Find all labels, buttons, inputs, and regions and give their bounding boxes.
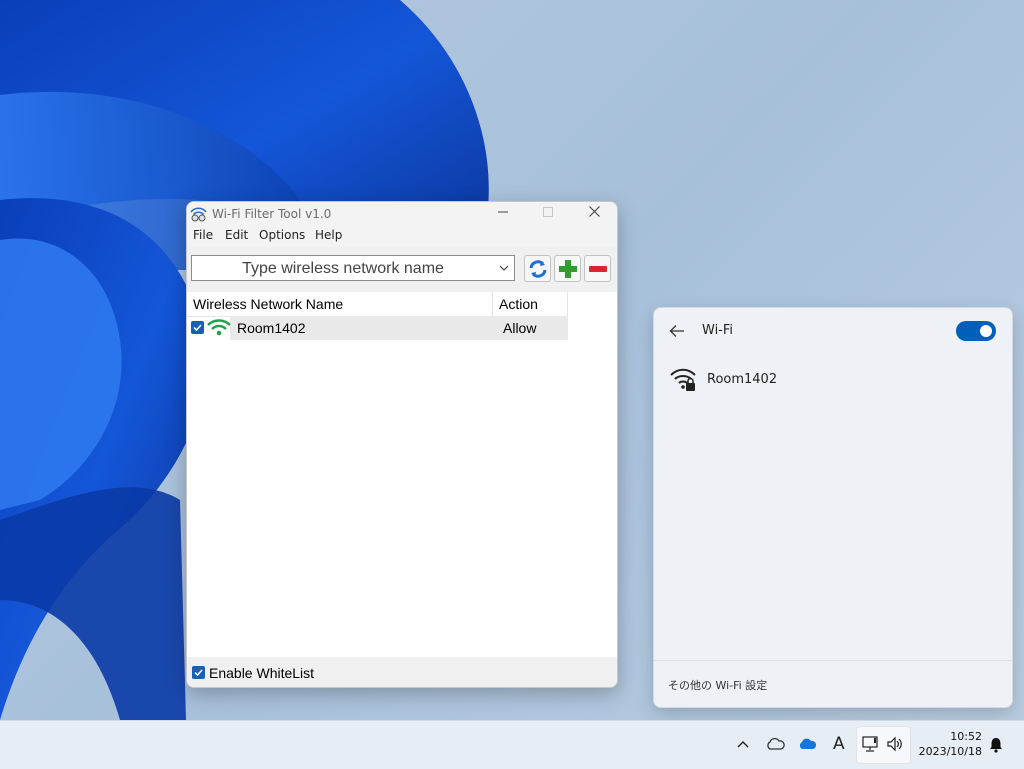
wifi-flyout: Wi-Fi Room1402 その他の Wi-Fi 設定 [653, 307, 1013, 708]
flyout-network-item[interactable]: Room1402 [669, 366, 999, 392]
refresh-icon [529, 260, 547, 278]
maximize-button[interactable] [525, 202, 571, 226]
clock-time: 10:52 [950, 730, 982, 743]
flyout-title: Wi-Fi [702, 323, 734, 338]
menu-options[interactable]: Options [259, 228, 305, 242]
maximize-icon [543, 207, 553, 217]
wifi-toggle[interactable] [956, 321, 996, 341]
wifi-secured-icon [670, 368, 696, 391]
row-network-name: Room1402 [237, 320, 306, 336]
volume-icon [887, 736, 902, 752]
minus-icon [589, 266, 607, 272]
close-icon [588, 206, 600, 217]
remove-network-button[interactable] [584, 255, 611, 282]
list-item[interactable]: Room1402 Allow [187, 316, 568, 340]
network-monitor-icon [862, 736, 878, 752]
toggle-knob [980, 325, 992, 337]
app-wifi-filter-icon [190, 207, 207, 222]
minimize-icon [498, 211, 508, 213]
chevron-down-icon [499, 265, 509, 271]
ime-indicator[interactable]: A [833, 734, 845, 754]
menu-file[interactable]: File [193, 228, 213, 242]
title-bar[interactable]: Wi-Fi Filter Tool v1.0 [187, 202, 617, 226]
column-header-network-name[interactable]: Wireless Network Name [187, 292, 493, 316]
refresh-button[interactable] [524, 255, 551, 282]
onedrive-icon[interactable] [797, 737, 817, 751]
network-name-placeholder: Type wireless network name [242, 260, 444, 277]
more-wifi-settings-link[interactable]: その他の Wi-Fi 設定 [668, 677, 767, 693]
wifi-filter-window: Wi-Fi Filter Tool v1.0 File Edit Options… [186, 201, 618, 688]
checkmark-icon [193, 324, 202, 332]
system-tray: A 10:52 2023/10/18 [0, 721, 1024, 769]
toolbar: Type wireless network name [187, 246, 617, 293]
menu-edit[interactable]: Edit [225, 228, 248, 242]
wifi-signal-icon [207, 319, 231, 336]
menu-bar: File Edit Options Help [187, 226, 617, 246]
list-header: Wireless Network Name Action [187, 292, 568, 317]
flyout-footer: その他の Wi-Fi 設定 [654, 660, 1012, 707]
enable-whitelist-checkbox[interactable] [192, 666, 205, 679]
network-list[interactable]: Wireless Network Name Action Room1402 Al… [187, 292, 617, 657]
minimize-button[interactable] [480, 202, 526, 226]
checkmark-icon [194, 669, 203, 677]
notification-bell-icon[interactable] [989, 737, 1003, 753]
chevron-up-icon[interactable] [737, 739, 749, 749]
enable-whitelist-label[interactable]: Enable WhiteList [209, 665, 314, 681]
clock-date: 2023/10/18 [918, 745, 982, 758]
flyout-network-name: Room1402 [707, 372, 778, 387]
clock[interactable]: 10:52 2023/10/18 [914, 729, 982, 759]
cloud-icon[interactable] [765, 737, 785, 751]
column-header-action[interactable]: Action [493, 292, 568, 316]
row-action: Allow [503, 320, 537, 336]
plus-icon [559, 260, 577, 278]
add-network-button[interactable] [554, 255, 581, 282]
taskbar: A 10:52 2023/10/18 [0, 720, 1024, 769]
back-arrow-icon[interactable] [669, 324, 685, 338]
network-name-combo[interactable]: Type wireless network name [191, 255, 515, 281]
menu-help[interactable]: Help [315, 228, 342, 242]
close-button[interactable] [571, 202, 617, 226]
status-bar: Enable WhiteList [187, 657, 617, 687]
row-checkbox[interactable] [191, 321, 204, 334]
window-title: Wi-Fi Filter Tool v1.0 [212, 207, 332, 221]
